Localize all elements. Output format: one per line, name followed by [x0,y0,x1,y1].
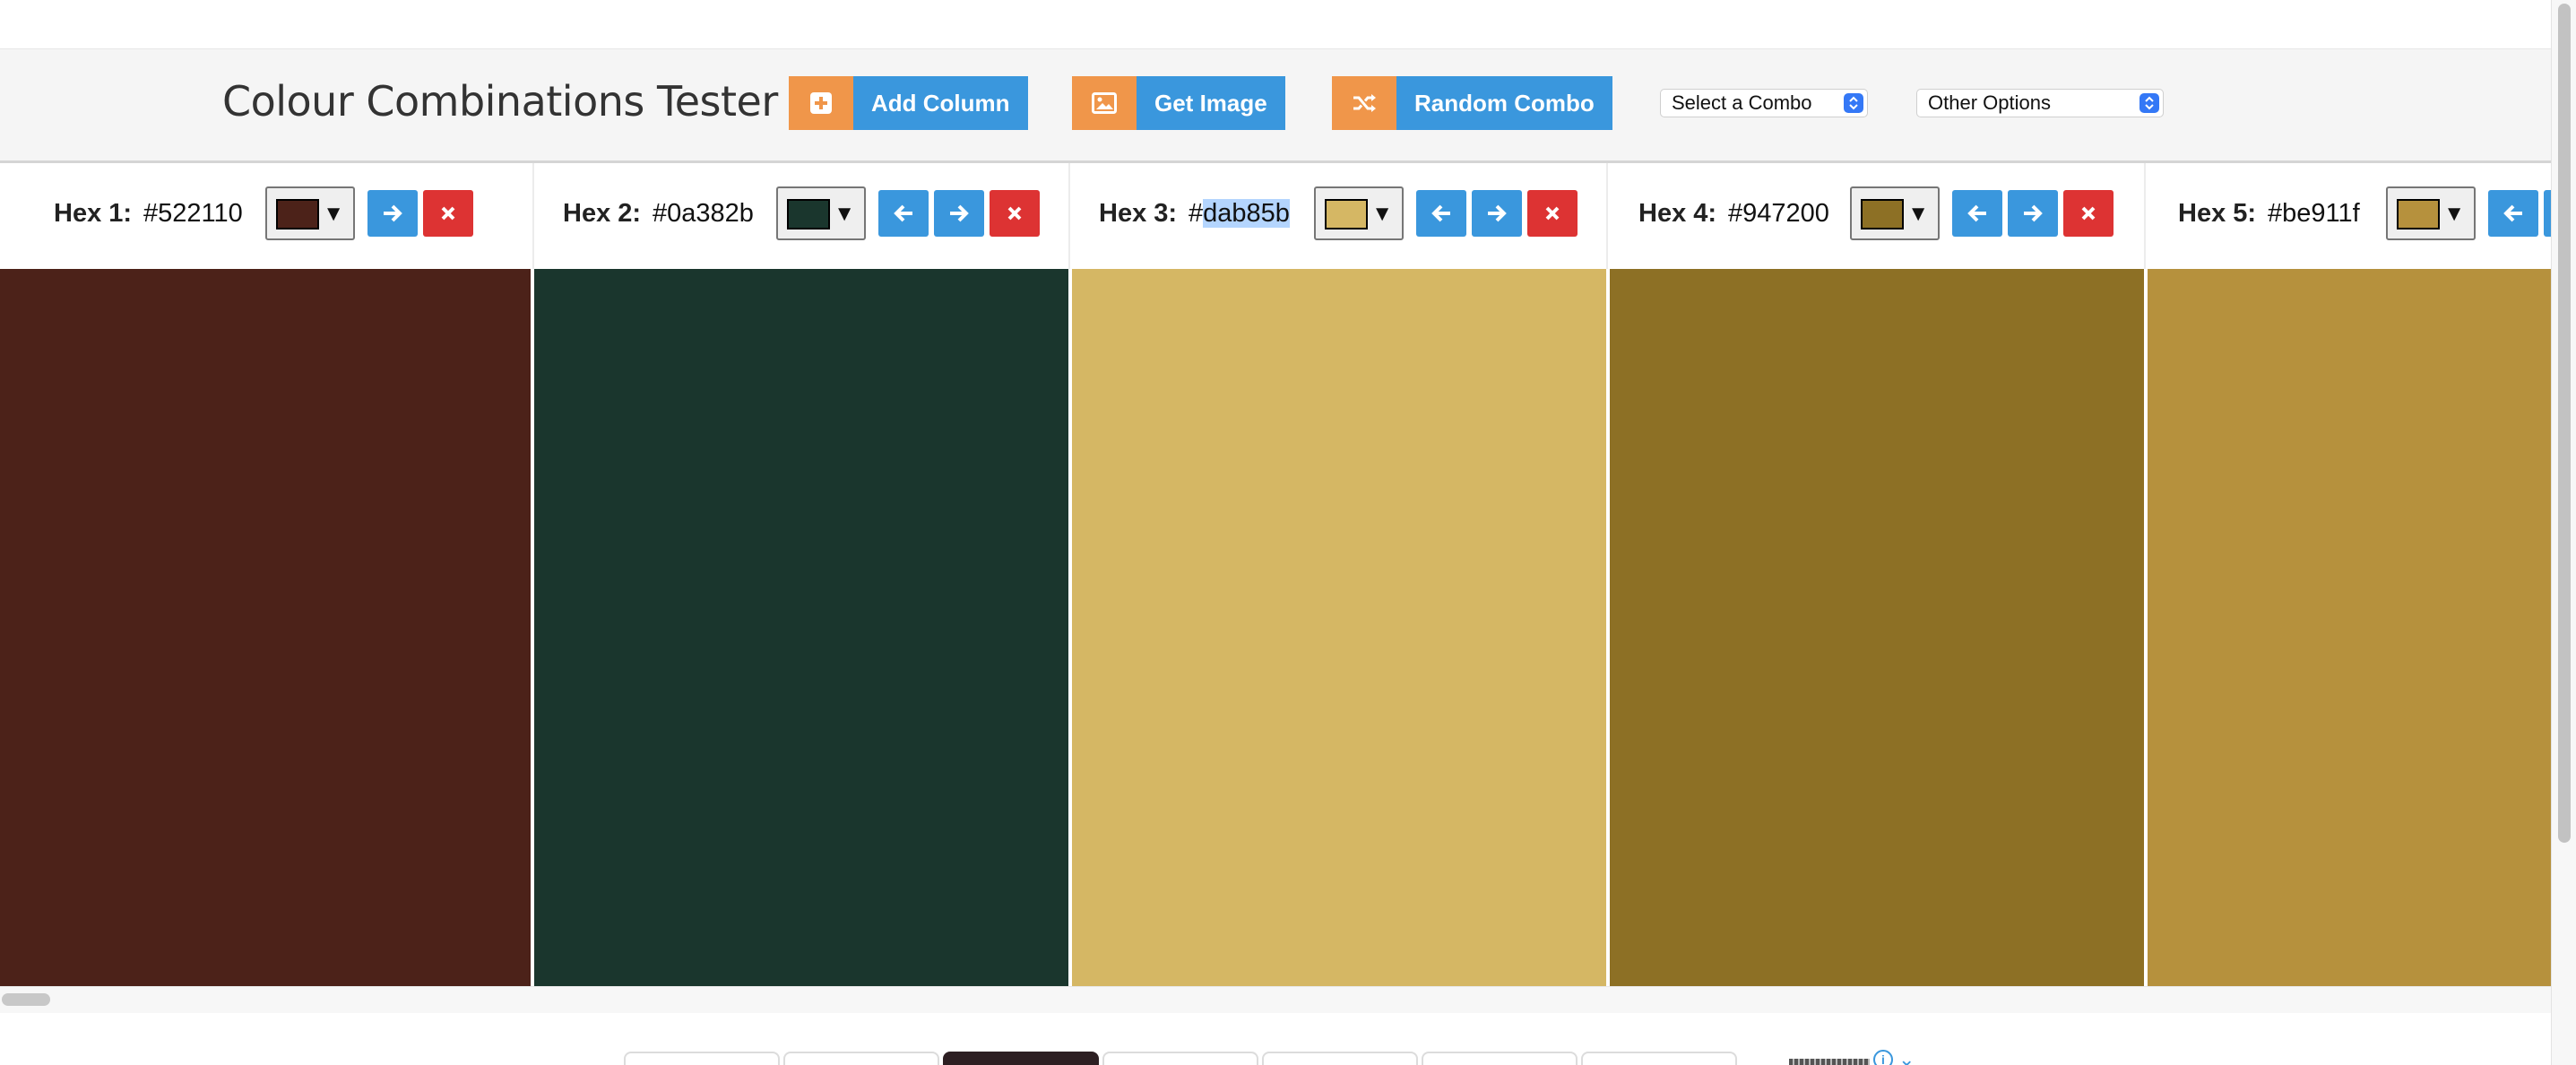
bottom-section: i ⌄ [0,1014,2551,1065]
bottom-tab[interactable] [1422,1052,1578,1065]
color-chip [1325,199,1368,229]
hex-control-4: Hex 4: #947200 ▼ [1608,163,2146,269]
hex-label: Hex 5: [2178,199,2257,228]
scrollbar-thumb[interactable] [2,993,50,1006]
hex-control-3: Hex 3: #dab85b ▼ [1070,163,1608,269]
plus-square-icon [789,76,853,130]
color-column-1 [0,269,531,986]
arrow-right-icon [384,204,402,222]
bottom-tab[interactable] [1581,1052,1737,1065]
hex-input[interactable]: #522110 [140,194,253,233]
arrow-left-icon [894,204,912,222]
close-icon [2081,206,2096,221]
add-column-label: Add Column [853,76,1028,130]
move-right-button[interactable] [2008,190,2058,237]
color-picker[interactable]: ▼ [776,186,866,240]
hex-label: Hex 2: [563,199,642,228]
color-columns [0,269,2551,986]
hex-control-5: Hex 5: #be911f ▼ [2146,163,2551,269]
page-title: Colour Combinations Tester [222,77,778,126]
hex-input[interactable]: #be911f [2264,194,2373,233]
move-left-button[interactable] [1416,190,1466,237]
color-column-5 [2148,269,2551,986]
color-column-4 [1610,269,2144,986]
horizontal-scrollbar[interactable] [0,986,2551,1013]
move-right-button[interactable] [367,190,418,237]
close-icon [1545,206,1560,221]
hex-prefix: # [1189,199,1204,228]
get-image-button[interactable]: Get Image [1072,76,1285,130]
chevron-updown-icon [2139,93,2159,113]
color-picker[interactable]: ▼ [2386,186,2476,240]
other-options-value: Other Options [1928,91,2051,114]
hex-label: Hex 4: [1638,199,1717,228]
remove-column-button[interactable] [1527,190,1578,237]
bottom-tab[interactable] [624,1052,780,1065]
color-chip [1861,199,1904,229]
arrow-left-icon [1967,204,1986,222]
app-header: Colour Combinations Tester Add Column Ge… [0,48,2551,163]
hex-input[interactable]: #947200 [1725,194,1843,233]
caret-down-icon: ▼ [2443,202,2465,226]
chevron-updown-icon [1844,93,1863,113]
caret-down-icon: ▼ [323,202,344,226]
select-combo-value: Select a Combo [1672,91,1812,114]
color-chip [787,199,830,229]
random-combo-button[interactable]: Random Combo [1332,76,1612,130]
bottom-tab[interactable] [783,1052,939,1065]
color-column-2 [534,269,1068,986]
hex-input[interactable]: #dab85b [1185,194,1301,233]
move-left-button[interactable] [1952,190,2002,237]
color-picker[interactable]: ▼ [1850,186,1940,240]
move-right-button[interactable] [2544,190,2551,237]
remove-column-button[interactable] [2063,190,2114,237]
hex-input[interactable]: #0a382b [649,194,765,233]
move-left-button[interactable] [878,190,929,237]
arrow-left-icon [1431,204,1450,222]
bottom-tab-active[interactable] [943,1052,1099,1065]
hex-selected-text: dab85b [1203,199,1290,228]
bottom-tab[interactable] [1102,1052,1258,1065]
move-left-button[interactable] [2488,190,2538,237]
shuffle-icon [1332,76,1396,130]
caret-down-icon: ▼ [834,202,855,226]
info-icon[interactable]: i [1873,1050,1893,1065]
close-icon [441,206,455,221]
color-column-3 [1072,269,1606,986]
page: Colour Combinations Tester Add Column Ge… [0,0,2576,1065]
arrow-left-icon [2503,204,2522,222]
ad-logo [1789,1059,1870,1065]
hex-control-2: Hex 2: #0a382b ▼ [534,163,1070,269]
hex-label: Hex 1: [54,199,133,228]
hex-controls-bar: Hex 1: #522110 ▼ Hex 2: #0a382b ▼ Hex 3:… [0,163,2551,269]
vertical-scrollbar[interactable] [2551,0,2576,1065]
image-icon [1072,76,1137,130]
chevron-down-icon[interactable]: ⌄ [1898,1048,1915,1065]
random-combo-label: Random Combo [1396,76,1612,130]
caret-down-icon: ▼ [1907,202,1929,226]
move-right-button[interactable] [934,190,984,237]
select-combo-dropdown[interactable]: Select a Combo [1660,89,1868,117]
get-image-label: Get Image [1137,76,1285,130]
scrollbar-thumb[interactable] [2558,4,2571,843]
remove-column-button[interactable] [423,190,473,237]
arrow-right-icon [950,204,969,222]
arrow-right-icon [1488,204,1507,222]
hex-control-1: Hex 1: #522110 ▼ [0,163,534,269]
arrow-right-icon [2024,204,2043,222]
move-right-button[interactable] [1472,190,1522,237]
add-column-button[interactable]: Add Column [789,76,1028,130]
bottom-tab[interactable] [1262,1052,1418,1065]
color-chip [2397,199,2440,229]
color-chip [276,199,319,229]
color-picker[interactable]: ▼ [1314,186,1404,240]
caret-down-icon: ▼ [1371,202,1393,226]
other-options-dropdown[interactable]: Other Options [1916,89,2164,117]
hex-label: Hex 3: [1099,199,1178,228]
close-icon [1007,206,1022,221]
color-picker[interactable]: ▼ [265,186,355,240]
remove-column-button[interactable] [990,190,1040,237]
